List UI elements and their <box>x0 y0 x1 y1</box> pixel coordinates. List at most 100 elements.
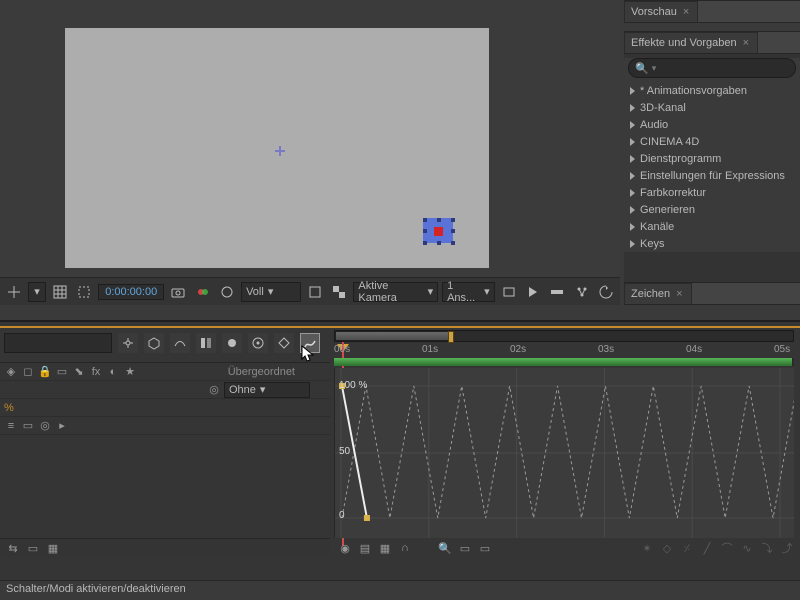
exposure-reset[interactable] <box>596 282 616 302</box>
comp-mini-flowchart-button[interactable] <box>118 333 138 353</box>
label-icon[interactable]: ▭ <box>55 365 69 379</box>
work-area-bar[interactable] <box>334 358 794 366</box>
effects-category-item[interactable]: CINEMA 4D <box>624 133 800 150</box>
motion-blur-toggle[interactable] <box>222 333 242 353</box>
effects-category-item[interactable]: Keys <box>624 235 800 252</box>
roi-toggle[interactable] <box>305 282 325 302</box>
footer-icon-2[interactable]: ▭ <box>26 542 40 556</box>
parent-column-header: Übergeordnet <box>228 366 295 378</box>
frame-blend-toggle[interactable] <box>196 333 216 353</box>
effects-category-label: Keys <box>640 238 664 250</box>
preview-tab[interactable]: Vorschau × <box>624 1 698 22</box>
camera-dropdown[interactable]: Aktive Kamera▾ <box>353 282 438 302</box>
preview-tab-label: Vorschau <box>631 6 677 18</box>
graph-editor-toggle[interactable] <box>300 333 320 353</box>
effects-category-item[interactable]: Farbkorrektur <box>624 184 800 201</box>
viewer-toolbar: ▾ 0:00:00:00 Voll▾ Aktive Kamera▾ 1 Ans.… <box>0 277 620 305</box>
expression-language-icon[interactable]: ▸ <box>55 419 69 433</box>
lock-icon[interactable]: 🔒 <box>38 365 52 379</box>
footer-icon-3[interactable]: ▦ <box>46 542 60 556</box>
brainstorm-button[interactable] <box>248 333 268 353</box>
expression-pickwhip-icon[interactable]: ◎ <box>38 419 52 433</box>
transparency-grid-toggle[interactable] <box>329 282 349 302</box>
views-dropdown[interactable]: 1 Ans...▾ <box>442 282 495 302</box>
close-icon[interactable]: × <box>676 288 682 300</box>
eye-show-icon[interactable]: ◉ <box>338 541 352 555</box>
close-icon[interactable]: × <box>743 37 749 49</box>
shy-switch-icon[interactable]: ⬊ <box>72 365 86 379</box>
edit-keys-icon[interactable]: ◇ <box>660 541 674 555</box>
composition-viewer: ▾ 0:00:00:00 Voll▾ Aktive Kamera▾ 1 Ans.… <box>0 0 620 305</box>
mask-toggle[interactable] <box>74 282 94 302</box>
graph-options-icon[interactable]: ▤ <box>358 541 372 555</box>
timeline-footer: ⇆ ▭ ▦ <box>0 538 330 558</box>
effects-category-item[interactable]: Generieren <box>624 201 800 218</box>
effects-panel: Effekte und Vorgaben× 🔍▾ * Animationsvor… <box>624 31 800 252</box>
fast-preview-menu[interactable] <box>523 282 543 302</box>
close-icon[interactable]: × <box>683 6 689 18</box>
solo-icon[interactable]: ◻ <box>21 365 35 379</box>
current-timecode[interactable]: 0:00:00:00 <box>98 284 164 300</box>
effects-category-item[interactable]: Audio <box>624 116 800 133</box>
star-icon[interactable]: ★ <box>123 365 137 379</box>
snap-icon[interactable]: ∩ <box>398 541 412 555</box>
fx-switch-icon[interactable]: fx <box>89 365 103 379</box>
effects-category-item[interactable]: Kanäle <box>624 218 800 235</box>
draft-3d-toggle[interactable] <box>144 333 164 353</box>
flowchart-button[interactable] <box>572 282 592 302</box>
layer-row[interactable]: ◎ Ohne▾ <box>0 381 330 399</box>
resolution-dropdown[interactable]: Voll▾ <box>241 282 301 302</box>
composition-canvas[interactable] <box>65 28 489 268</box>
time-navigator-thumb[interactable] <box>335 331 453 341</box>
status-bar: Schalter/Modi aktivieren/deaktivieren <box>0 580 800 600</box>
fit-selection-icon[interactable]: ▭ <box>458 541 472 555</box>
hold-icon[interactable]: ⸓ <box>680 541 694 555</box>
separate-dim-icon[interactable]: ✶ <box>640 541 654 555</box>
eye-icon[interactable]: ◈ <box>4 365 18 379</box>
pixel-aspect-toggle[interactable] <box>499 282 519 302</box>
effects-category-item[interactable]: Dienstprogramm <box>624 150 800 167</box>
timeline-panel: ◈ ◻ 🔒 ▭ ⬊ fx ◐ ★ Übergeordnet ◎ Ohne▾ % … <box>0 320 800 580</box>
fit-graph-icon[interactable]: ▭ <box>478 541 492 555</box>
time-navigator[interactable] <box>334 330 794 342</box>
effects-search-input[interactable]: 🔍▾ <box>628 58 796 78</box>
channel-menu[interactable] <box>193 282 213 302</box>
pickwhip-icon[interactable]: ◎ <box>207 383 221 397</box>
effects-category-item[interactable]: * Animationsvorgaben <box>624 82 800 99</box>
magnification-dropdown[interactable]: ▾ <box>28 282 45 302</box>
time-ruler[interactable]: 00s01s02s03s04s05s <box>334 330 794 358</box>
expression-graph-icon[interactable]: ▭ <box>21 419 35 433</box>
grid-toggle[interactable] <box>50 282 70 302</box>
snapshot-button[interactable] <box>168 282 188 302</box>
auto-keyframe-toggle[interactable] <box>274 333 294 353</box>
property-row[interactable]: % <box>0 399 330 417</box>
parent-dropdown[interactable]: Ohne▾ <box>224 382 310 398</box>
auto-bezier-icon[interactable]: ⌒ <box>720 541 734 555</box>
effects-category-item[interactable]: Einstellungen für Expressions <box>624 167 800 184</box>
fit-all-icon[interactable]: 🔍 <box>438 541 452 555</box>
magnification-menu[interactable] <box>4 282 24 302</box>
easy-ease-in-icon[interactable]: ⤵ <box>760 541 774 555</box>
disclosure-triangle-icon <box>630 87 635 95</box>
easy-ease-out-icon[interactable]: ⤴ <box>780 541 794 555</box>
expression-row[interactable]: ≡ ▭ ◎ ▸ <box>0 417 330 435</box>
quality-icon[interactable]: ◐ <box>106 365 120 379</box>
color-mgmt-icon[interactable] <box>217 282 237 302</box>
selected-layer[interactable] <box>423 218 453 243</box>
linear-icon[interactable]: ╱ <box>700 541 714 555</box>
ruler-tick-label: 01s <box>422 344 438 355</box>
graph-type-icon[interactable]: ▦ <box>378 541 392 555</box>
effects-category-label: Einstellungen für Expressions <box>640 170 785 182</box>
effects-category-item[interactable]: 3D-Kanal <box>624 99 800 116</box>
effects-tab[interactable]: Effekte und Vorgaben× <box>624 32 758 53</box>
character-tab[interactable]: Zeichen× <box>624 283 692 304</box>
graph-editor[interactable]: 100 % 50 0 <box>334 368 794 538</box>
disclosure-triangle-icon <box>630 121 635 129</box>
comp-search-field[interactable] <box>4 333 112 353</box>
toggle-switches-button[interactable]: ⇆ <box>6 542 20 556</box>
timeline-button[interactable] <box>547 282 567 302</box>
expression-enable-icon[interactable]: ≡ <box>4 419 18 433</box>
ease-icon[interactable]: ∿ <box>740 541 754 555</box>
search-icon: 🔍 <box>635 62 649 75</box>
hide-shy-toggle[interactable] <box>170 333 190 353</box>
